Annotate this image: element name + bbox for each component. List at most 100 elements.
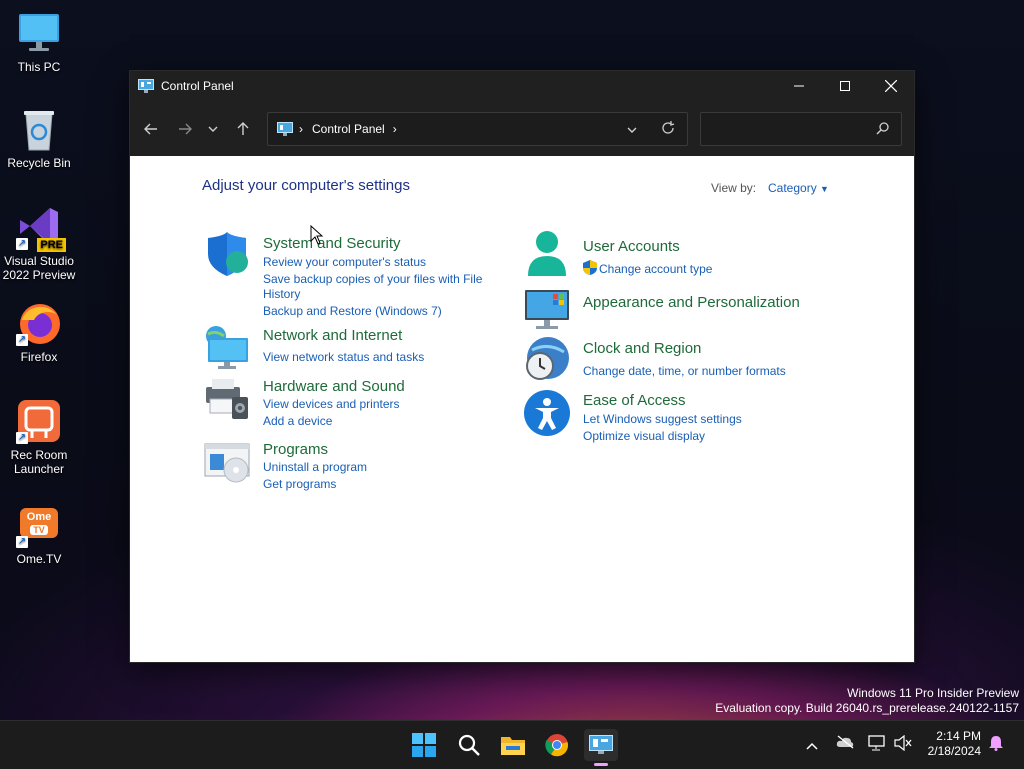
network-globe-icon — [206, 326, 248, 369]
control-panel-location-icon — [277, 122, 293, 136]
ome-tv-logo-bottom: TV — [30, 525, 48, 535]
link-devices-printers[interactable]: View devices and printers — [263, 397, 400, 412]
up-button[interactable] — [227, 113, 259, 145]
desktop-icon-label: 2022 Preview — [2, 268, 76, 282]
shortcut-arrow-icon: ↗ — [16, 238, 28, 250]
appearance-monitor-icon — [525, 290, 569, 329]
desktop-icon-label: Launcher — [13, 462, 65, 476]
ome-tv-icon: Ome TV ↗ — [16, 502, 62, 548]
system-clock[interactable]: 2:14 PM 2/18/2024 — [928, 729, 981, 759]
programs-icon — [204, 443, 250, 483]
title-bar[interactable]: Control Panel — [130, 71, 914, 101]
visual-studio-icon: PRE ↗ — [16, 204, 66, 252]
search-icon[interactable] — [876, 122, 889, 140]
category-title[interactable]: User Accounts — [583, 238, 680, 255]
desktop-icon-recycle-bin[interactable]: Recycle Bin — [0, 106, 78, 170]
control-panel-app-icon — [138, 79, 154, 93]
desktop-icon-label: Visual Studio — [4, 254, 74, 268]
uac-shield-icon — [583, 260, 597, 275]
clock-time: 2:14 PM — [936, 729, 981, 743]
ome-tv-logo-top: Ome — [26, 511, 52, 523]
link-optimize-visual-display[interactable]: Optimize visual display — [583, 429, 705, 444]
desktop-icon-firefox[interactable]: ↗ Firefox — [0, 300, 78, 364]
view-by-dropdown[interactable]: Category ▼ — [768, 181, 829, 195]
breadcrumb-control-panel[interactable]: Control Panel — [312, 122, 385, 136]
back-button[interactable] — [135, 113, 167, 145]
category-title[interactable]: Network and Internet — [263, 327, 402, 344]
minimize-button[interactable] — [776, 71, 822, 101]
maximize-button[interactable] — [822, 71, 868, 101]
clock-date: 2/18/2024 — [927, 744, 981, 758]
refresh-icon[interactable] — [661, 121, 675, 138]
close-button[interactable] — [868, 71, 914, 101]
desktop-icon-label: Firefox — [20, 350, 58, 364]
control-panel-taskbar-icon[interactable] — [584, 729, 618, 766]
mouse-pointer-icon — [310, 225, 324, 245]
shortcut-arrow-icon: ↗ — [16, 536, 28, 548]
link-review-status[interactable]: Review your computer's status — [263, 255, 426, 270]
category-title[interactable]: Ease of Access — [583, 392, 686, 409]
preview-badge: PRE — [37, 238, 66, 252]
link-change-account-type[interactable]: Change account type — [599, 262, 712, 277]
taskbar: 2:14 PM 2/18/2024 — [0, 720, 1024, 769]
link-suggest-settings[interactable]: Let Windows suggest settings — [583, 412, 742, 427]
onedrive-offline-icon[interactable] — [836, 735, 854, 754]
recent-locations-button[interactable] — [201, 113, 225, 145]
window-title: Control Panel — [161, 79, 234, 93]
address-dropdown-icon[interactable] — [627, 123, 637, 137]
link-get-programs[interactable]: Get programs — [263, 477, 336, 492]
dropdown-arrow-icon: ▼ — [820, 184, 829, 194]
active-indicator — [594, 763, 608, 766]
volume-muted-icon[interactable] — [894, 734, 912, 756]
shortcut-arrow-icon: ↗ — [16, 334, 28, 346]
link-add-device[interactable]: Add a device — [263, 414, 332, 429]
file-explorer-icon[interactable] — [499, 731, 527, 759]
firefox-icon: ↗ — [16, 300, 62, 346]
recycle-bin-icon — [16, 106, 62, 152]
control-panel-window[interactable]: Control Panel › Control Panel › Adjust y… — [130, 71, 914, 662]
shield-icon — [208, 232, 248, 276]
category-title[interactable]: Programs — [263, 441, 328, 458]
rec-room-icon: ↗ — [16, 398, 62, 444]
notification-bell-icon[interactable] — [989, 735, 1003, 756]
search-box[interactable] — [700, 112, 902, 146]
category-title[interactable]: System and Security — [263, 235, 401, 252]
desktop-icon-rec-room[interactable]: ↗ Rec Room Launcher — [0, 398, 78, 476]
printer-icon — [206, 379, 248, 419]
desktop-icon-ome-tv[interactable]: Ome TV ↗ Ome.TV — [0, 502, 78, 566]
user-icon — [528, 231, 566, 276]
link-backup-restore[interactable]: Backup and Restore (Windows 7) — [263, 304, 442, 319]
search-input[interactable] — [707, 113, 871, 143]
desktop-icon-label: Rec Room — [10, 448, 68, 462]
link-file-history-cont[interactable]: History — [263, 287, 300, 302]
address-bar[interactable]: › Control Panel › — [267, 112, 688, 146]
monitor-icon — [16, 10, 62, 56]
breadcrumb-chevron[interactable]: › — [299, 122, 303, 136]
evaluation-watermark: Windows 11 Pro Insider Preview Evaluatio… — [715, 686, 1019, 716]
ease-of-access-icon — [524, 390, 570, 436]
watermark-line-1: Windows 11 Pro Insider Preview — [847, 686, 1019, 700]
link-file-history[interactable]: Save backup copies of your files with Fi… — [263, 272, 482, 287]
desktop-icon-label: Recycle Bin — [7, 156, 71, 170]
category-title[interactable]: Appearance and Personalization — [583, 294, 800, 311]
search-icon[interactable] — [455, 731, 483, 759]
desktop-icon-label: This PC — [17, 60, 61, 74]
desktop-icon-visual-studio[interactable]: PRE ↗ Visual Studio 2022 Preview — [0, 204, 78, 282]
link-uninstall-program[interactable]: Uninstall a program — [263, 460, 367, 475]
forward-button[interactable] — [169, 113, 201, 145]
category-title[interactable]: Clock and Region — [583, 340, 701, 357]
network-icon[interactable] — [868, 735, 886, 756]
category-title[interactable]: Hardware and Sound — [263, 378, 405, 395]
desktop-icon-label: Ome.TV — [16, 552, 62, 566]
page-title: Adjust your computer's settings — [202, 177, 410, 194]
breadcrumb-chevron-trailing[interactable]: › — [393, 122, 397, 136]
clock-globe-icon — [526, 337, 569, 380]
chrome-icon[interactable] — [543, 731, 571, 759]
link-date-time-formats[interactable]: Change date, time, or number formats — [583, 364, 786, 379]
link-network-status[interactable]: View network status and tasks — [263, 350, 424, 365]
show-hidden-icons-chevron[interactable] — [806, 737, 818, 755]
start-icon[interactable] — [410, 731, 438, 759]
view-by-label: View by: — [711, 181, 757, 195]
control-panel-content: Adjust your computer's settings View by:… — [130, 156, 914, 662]
desktop-icon-this-pc[interactable]: This PC — [0, 10, 78, 74]
